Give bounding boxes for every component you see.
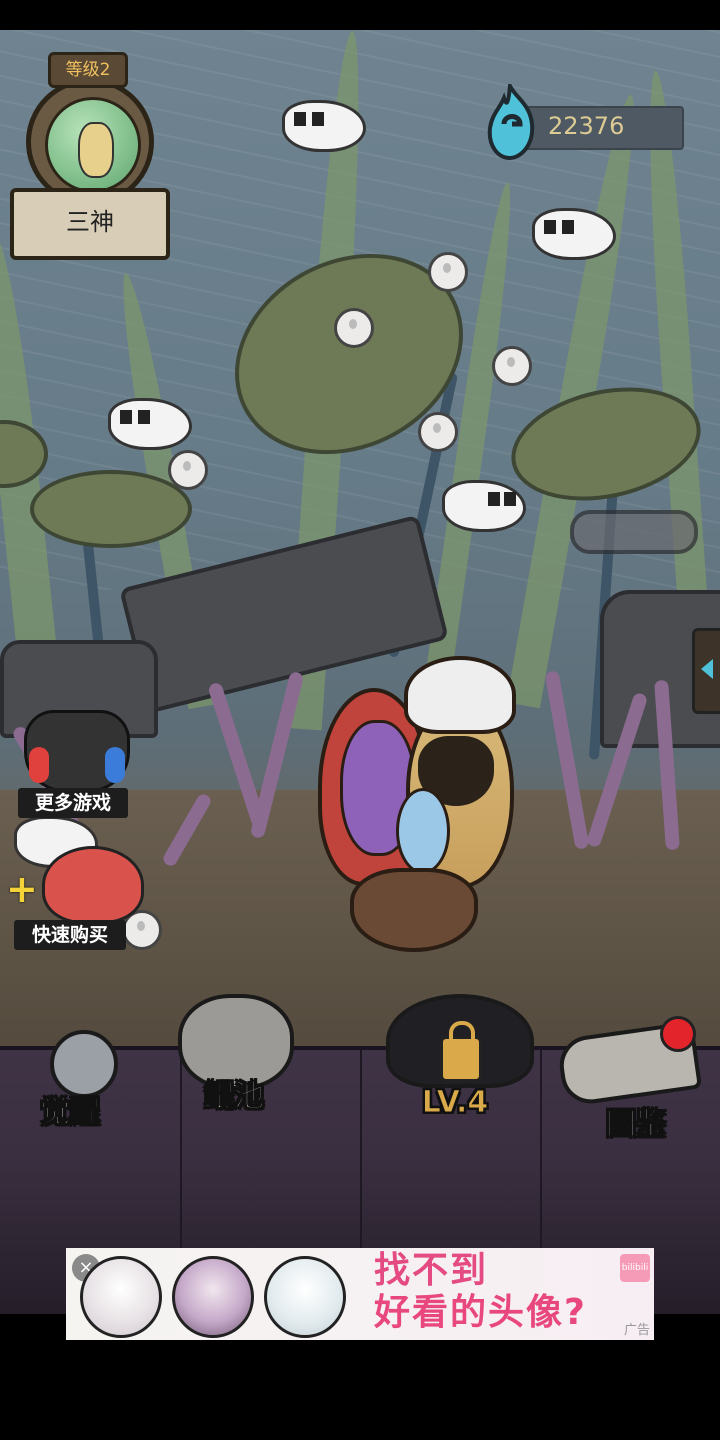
ad-headline-1: 找不到 <box>374 1250 489 1291</box>
lock-icon <box>440 1021 482 1082</box>
ad-tag: 广告 <box>623 1323 650 1338</box>
pearl[interactable] <box>492 346 532 386</box>
plank-divider <box>360 1050 362 1250</box>
sack-character <box>350 868 478 952</box>
ghost-body <box>532 208 616 260</box>
ghost-eye <box>488 492 500 506</box>
ad-headline-2: 好看的头像? <box>374 1292 587 1333</box>
ghost-eye <box>120 410 132 424</box>
nav-pool[interactable]: 鲲池 <box>170 990 300 1120</box>
pearl[interactable] <box>428 252 468 292</box>
character-group[interactable] <box>300 650 540 952</box>
blue-bird-character <box>396 788 450 874</box>
ghost-statue-icon <box>50 1030 118 1098</box>
lily-pad <box>30 470 192 548</box>
nav-codex-label: 图鉴 <box>606 1107 667 1143</box>
ghost-eye <box>294 112 306 126</box>
gamepad-right-grip <box>105 747 125 783</box>
ghost-fish[interactable] <box>108 390 198 450</box>
nav-awaken[interactable]: 觉醒 <box>20 1020 140 1140</box>
avatar-portrait <box>45 97 141 193</box>
ad-logo: bilibili <box>620 1254 650 1282</box>
ad-avatar-2 <box>172 1256 254 1338</box>
notification-badge <box>660 1016 696 1052</box>
pearl[interactable] <box>418 412 458 452</box>
red-monster-icon <box>42 846 144 924</box>
plank-divider <box>540 1050 542 1250</box>
rock <box>570 510 698 554</box>
gamepad-icon[interactable] <box>24 710 130 792</box>
nav-locked-label: LV.4 <box>421 1085 489 1121</box>
nav-pool-label: 鲲池 <box>204 1079 265 1115</box>
gem-icon <box>487 84 535 160</box>
player-avatar[interactable] <box>26 78 154 206</box>
currency-display: 22376 <box>486 84 686 164</box>
plus-icon: + <box>6 867 38 911</box>
ghost-body <box>442 480 526 532</box>
fish-bowl-icon <box>178 994 294 1090</box>
ghost-body <box>108 398 192 450</box>
avatar-figure <box>78 122 114 178</box>
turban <box>404 656 516 734</box>
gamepad-left-grip <box>29 747 49 783</box>
pearl[interactable] <box>168 450 208 490</box>
ad-avatar-1 <box>80 1256 162 1338</box>
ad-avatar-3 <box>264 1256 346 1338</box>
ghost-body <box>282 100 366 152</box>
player-name[interactable]: 三神 <box>10 188 170 260</box>
more-games-button[interactable]: 更多游戏 <box>18 788 128 818</box>
quick-buy-button[interactable]: 快速购买 <box>14 920 126 950</box>
ghost-eye <box>504 492 516 506</box>
pearl[interactable] <box>334 308 374 348</box>
ghost-eye <box>544 220 556 234</box>
ghost-eye <box>312 112 324 126</box>
nav-awaken-label: 觉醒 <box>40 1095 101 1131</box>
ghost-eye <box>138 410 150 424</box>
ghost-fish[interactable] <box>282 92 372 152</box>
ad-banner[interactable]: × 找不到 好看的头像? bilibili 广告 <box>66 1248 654 1340</box>
ghost-fish[interactable] <box>442 472 532 532</box>
ghost-fish[interactable] <box>532 200 622 260</box>
currency-amount: 22376 <box>548 112 625 140</box>
ghost-eye <box>562 220 574 234</box>
side-drawer-tab[interactable] <box>692 628 720 714</box>
level-badge: 等级2 <box>48 52 128 88</box>
